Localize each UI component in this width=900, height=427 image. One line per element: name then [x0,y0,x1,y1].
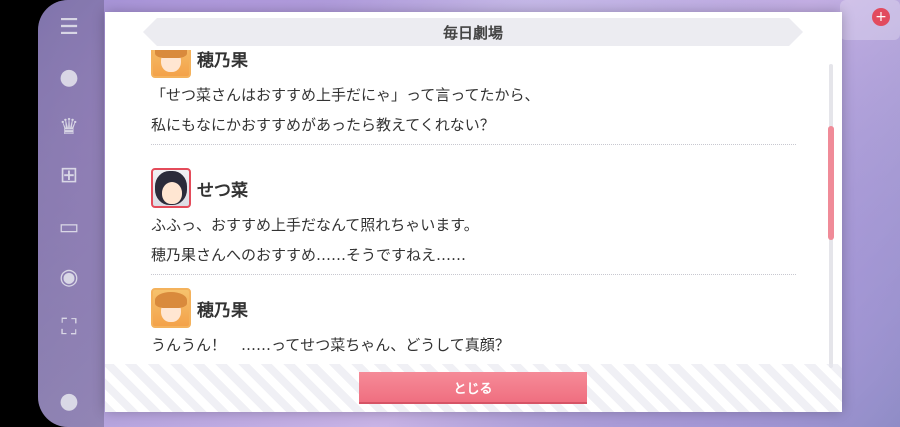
fullscreen-icon[interactable]: ⛶ [52,312,86,342]
dialog-line: 私にもなにかおすすめがあったら教えてくれない？ [151,116,495,134]
dialog-line: うんうん！ ……ってせつ菜ちゃん、どうして真顔？ [151,336,510,354]
setsuna-avatar [151,168,191,208]
dialog-entry: 穂乃果 うんうん！ ……ってせつ菜ちゃん、どうして真顔？ [151,286,796,360]
speaker-name: 穂乃果 [197,50,248,71]
close-button[interactable]: とじる [359,372,587,402]
dialog-title: 毎日劇場 [143,18,803,46]
gift-icon[interactable]: ⊞ [52,160,86,190]
speaker-row: 穂乃果 [151,50,796,80]
dialog-line: ふふっ、おすすめ上手だなんて照れちゃいます。 [151,216,479,234]
divider [151,144,796,145]
menu-icon[interactable]: ☰ [52,12,86,42]
dialog-line: 「せつ菜さんはおすすめ上手だにゃ」って言ってたから、 [151,86,540,104]
status-panel [840,0,900,40]
present-icon[interactable]: ♛ [52,112,86,142]
dialog-scroll-area[interactable]: 穂乃果 「せつ菜さんはおすすめ上手だにゃ」って言ってたから、 私にもなにかおすす… [105,50,842,380]
daily-theater-dialog: 毎日劇場 穂乃果 「せつ菜さんはおすすめ上手だにゃ」って言ってたから、 私にもな… [105,12,842,412]
chat-icon[interactable]: ● [52,62,86,92]
dialog-line: 穂乃果さんへのおすすめ……そうですねえ…… [151,246,467,264]
speaker-name: 穂乃果 [197,300,248,321]
avatar-icon[interactable]: ● [52,386,86,416]
speaker-row: 穂乃果 [151,286,796,330]
screen-icon[interactable]: ▭ [52,212,86,242]
divider [151,274,796,275]
plus-badge-icon[interactable]: + [872,8,890,26]
speaker-name: せつ菜 [197,180,248,201]
dialog-entry: せつ菜 ふふっ、おすすめ上手だなんて照れちゃいます。 穂乃果さんへのおすすめ……… [151,166,796,275]
honoka-avatar [151,288,191,328]
shop-icon[interactable]: ◉ [52,262,86,292]
scrollbar-thumb[interactable] [828,126,834,240]
dialog-entry: 穂乃果 「せつ菜さんはおすすめ上手だにゃ」って言ってたから、 私にもなにかおすす… [151,50,796,145]
honoka-avatar [151,50,191,78]
speaker-row: せつ菜 [151,166,796,210]
